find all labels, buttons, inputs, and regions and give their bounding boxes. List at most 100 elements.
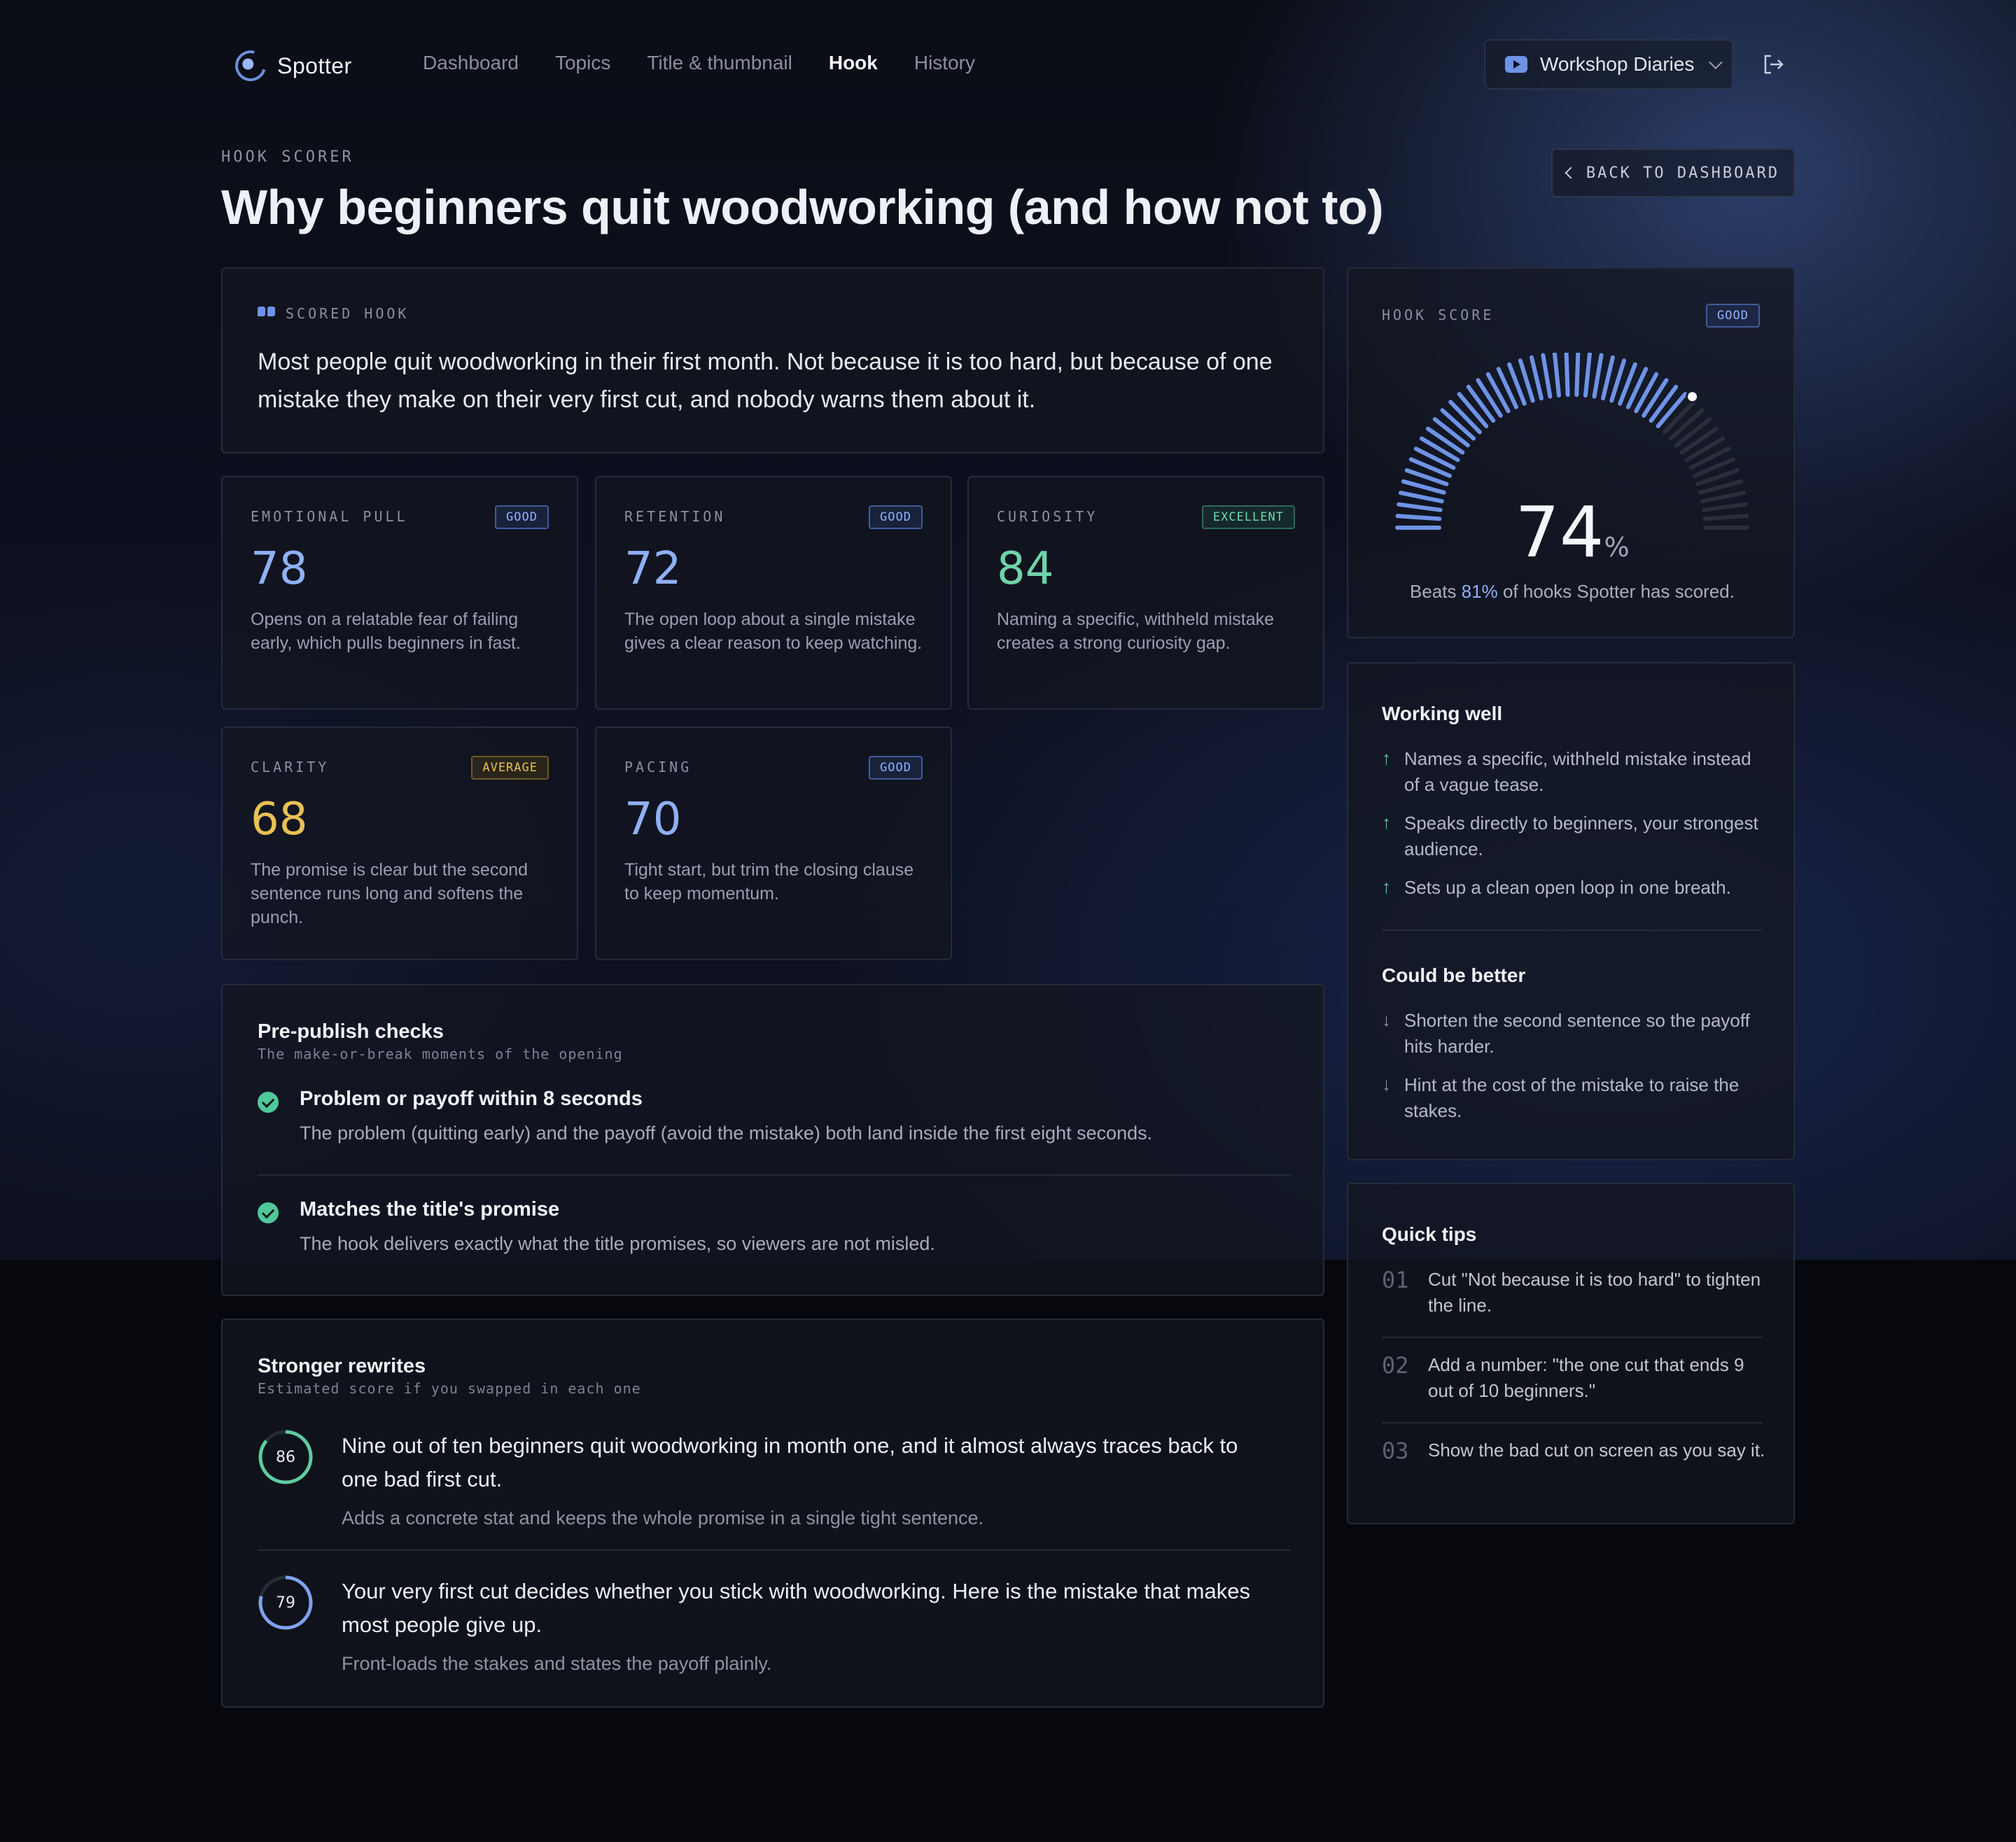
rewrite-score: 79	[276, 1594, 295, 1612]
hook-score-value: 74%	[1348, 491, 1796, 573]
could-be-better-item: ↓ Shorten the second sentence so the pay…	[1382, 1008, 1774, 1061]
check-title: Matches the title's promise	[300, 1198, 560, 1221]
tip-item: 02 Add a number: "the one cut that ends …	[1382, 1352, 1774, 1408]
scored-hook-text: Most people quit woodworking in their fi…	[258, 349, 1273, 413]
metric-value: 70	[624, 794, 682, 845]
benchmark-percent: 81%	[1461, 581, 1498, 602]
metric-card-clarity: CLARITY AVERAGE 68 The promise is clear …	[221, 726, 578, 960]
hook-score-label: HOOK SCORE	[1382, 307, 1494, 323]
check-title: Problem or payoff within 8 seconds	[300, 1088, 643, 1110]
gauge-tick-filled	[1440, 408, 1476, 441]
tip-text: Add a number: "the one cut that ends 9 o…	[1428, 1354, 1744, 1401]
could-be-better-item: ↓ Hint at the cost of the mistake to rai…	[1382, 1072, 1774, 1125]
gauge-tick-filled	[1583, 353, 1592, 398]
could-be-better-text: Hint at the cost of the mistake to raise…	[1404, 1074, 1740, 1121]
back-to-dashboard-button[interactable]: BACK TO DASHBOARD	[1551, 148, 1795, 197]
metric-card-retention: RETENTION GOOD 72 The open loop about a …	[595, 476, 952, 710]
metric-label: PACING	[624, 759, 692, 775]
gauge-tick-filled	[1656, 392, 1688, 428]
arrow-down-icon: ↓	[1382, 1074, 1391, 1095]
feedback-card: Working well ↑ Names a specific, withhel…	[1347, 662, 1795, 1160]
gauge-tick-filled	[1476, 378, 1503, 418]
gauge-tick-filled	[1552, 353, 1561, 398]
metric-label: RETENTION	[624, 508, 726, 525]
rewrite-text: Your very first cut decides whether you …	[342, 1579, 1250, 1637]
nav-link-history[interactable]: History	[914, 52, 975, 74]
metric-value: 68	[251, 794, 308, 845]
gauge-tick-filled	[1648, 384, 1679, 423]
divider	[258, 1549, 1291, 1551]
brand-name: Spotter	[277, 52, 352, 78]
rewrite-text: Nine out of ten beginners quit woodworki…	[342, 1433, 1238, 1491]
divider	[1382, 1422, 1763, 1423]
quick-tips-card: Quick tips 01 Cut "Not because it is too…	[1347, 1183, 1795, 1524]
benchmark-suffix: of hooks Spotter has scored.	[1497, 581, 1735, 602]
rewrites-title: Stronger rewrites	[258, 1355, 426, 1377]
logout-icon[interactable]	[1761, 52, 1786, 77]
tip-number: 01	[1382, 1267, 1409, 1293]
working-well-item: ↑ Sets up a clean open loop in one breat…	[1382, 875, 1774, 903]
checks-subtitle: The make-or-break moments of the opening	[258, 1046, 623, 1062]
metric-label: EMOTIONAL PULL	[251, 508, 408, 525]
hook-score-card: HOOK SCORE GOOD 74% Beats 81% of hooks S…	[1347, 267, 1795, 638]
could-be-better-title: Could be better	[1382, 964, 1526, 986]
metric-description: Naming a specific, withheld mistake crea…	[997, 610, 1274, 653]
arrow-up-icon: ↑	[1382, 747, 1391, 768]
hook-score-number: 74	[1515, 491, 1604, 573]
arrow-up-icon: ↑	[1382, 812, 1391, 833]
gauge-tick-filled	[1642, 378, 1669, 418]
arrow-up-icon: ↑	[1382, 876, 1391, 897]
check-description: The hook delivers exactly what the title…	[300, 1233, 935, 1254]
working-well-text: Sets up a clean open loop in one breath.	[1404, 877, 1731, 898]
metric-badge: GOOD	[495, 505, 549, 529]
gauge-tick-filled	[1601, 355, 1615, 401]
working-well-item: ↑ Names a specific, withheld mistake ins…	[1382, 746, 1774, 799]
gauge-tick-filled	[1419, 436, 1460, 463]
page-eyebrow: HOOK SCORER	[221, 148, 354, 166]
metric-value: 72	[624, 543, 682, 595]
metric-card-curiosity: CURIOSITY EXCELLENT 84 Naming a specific…	[967, 476, 1324, 710]
nav-link-title-thumbnail[interactable]: Title & thumbnail	[647, 52, 792, 74]
gauge-tick-filled	[1541, 353, 1553, 399]
channel-selector[interactable]: Workshop Diaries	[1484, 39, 1733, 90]
nav-link-hook[interactable]: Hook	[829, 52, 878, 74]
rewrites-subtitle: Estimated score if you swapped in each o…	[258, 1380, 641, 1397]
working-well-text: Speaks directly to beginners, your stron…	[1404, 813, 1758, 859]
working-well-title: Working well	[1382, 703, 1503, 724]
benchmark-prefix: Beats	[1410, 581, 1462, 602]
gauge-tick-empty	[1668, 408, 1704, 441]
gauge-tick-filled	[1574, 353, 1581, 398]
working-well-text: Names a specific, withheld mistake inste…	[1404, 748, 1751, 795]
channel-name: Workshop Diaries	[1540, 53, 1695, 75]
metric-description: Opens on a relatable fear of failing ear…	[251, 610, 521, 653]
tip-item: 03 Show the bad cut on screen as you say…	[1382, 1437, 1774, 1493]
nav-link-topics[interactable]: Topics	[555, 52, 610, 74]
metric-card-emotional-pull: EMOTIONAL PULL GOOD 78 Opens on a relata…	[221, 476, 578, 710]
metric-description: The promise is clear but the second sent…	[251, 860, 528, 927]
metric-badge: GOOD	[869, 756, 923, 780]
nav-link-dashboard[interactable]: Dashboard	[423, 52, 519, 74]
divider	[1382, 1337, 1763, 1338]
divider	[258, 1174, 1291, 1176]
gauge-marker	[1686, 390, 1700, 404]
scored-hook-header: SCORED HOOK	[258, 305, 409, 322]
gauge-tick-filled	[1425, 426, 1465, 455]
gauge-tick-filled	[1466, 384, 1496, 423]
metric-description: Tight start, but trim the closing clause…	[624, 860, 914, 904]
metric-description: The open loop about a single mistake giv…	[624, 610, 923, 653]
could-be-better-text: Shorten the second sentence so the payof…	[1404, 1010, 1750, 1057]
checks-title: Pre-publish checks	[258, 1020, 444, 1043]
gauge-tick-filled	[1530, 355, 1544, 401]
brand[interactable]: Spotter	[229, 44, 352, 87]
metric-value: 78	[251, 543, 308, 595]
quote-icon	[258, 307, 276, 321]
gauge-tick-empty	[1684, 436, 1726, 463]
chevron-down-icon	[1709, 55, 1723, 69]
tip-text: Show the bad cut on screen as you say it…	[1428, 1440, 1765, 1461]
chevron-left-icon	[1564, 167, 1577, 179]
scored-hook-card: SCORED HOOK Most people quit woodworking…	[221, 267, 1324, 454]
check-circle-icon	[258, 1092, 279, 1113]
metric-label: CURIOSITY	[997, 508, 1098, 525]
tip-text: Cut "Not because it is too hard" to tigh…	[1428, 1269, 1761, 1316]
nav-links: Dashboard Topics Title & thumbnail Hook …	[423, 52, 975, 74]
